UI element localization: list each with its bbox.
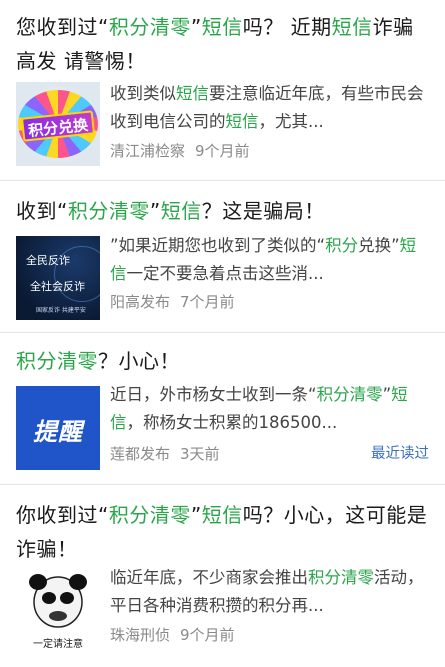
keyword-highlight: 积分清零 [16, 349, 98, 373]
thumbnail-text: 全民反诈 [26, 254, 70, 267]
keyword-highlight: 短信 [225, 112, 259, 131]
article-title[interactable]: 收到“积分清零”短信？这是骗局！ [16, 194, 429, 228]
text-segment: 收到类似 [110, 84, 176, 103]
keyword-highlight: 短信 [201, 503, 243, 527]
text-segment: 吗？ 近期 [242, 15, 332, 39]
text-segment: ”如果近期您也收到了类似的“ [110, 236, 326, 255]
keyword-highlight: 短信 [201, 15, 243, 39]
article-meta: 珠海刑侦 9个月前 [110, 624, 429, 646]
article-thumbnail[interactable]: 提醒 [16, 386, 100, 470]
text-segment: ” [190, 503, 202, 527]
article-card[interactable]: 收到“积分清零”短信？这是骗局！ 全民反诈 全社会反诈 国家反诈 共建平安 ”如… [0, 180, 445, 332]
article-thumbnail[interactable]: 积分兑换 [16, 82, 100, 166]
text-segment: ？小心！ [98, 349, 180, 373]
thumbnail-text: 全社会反诈 [30, 280, 85, 293]
article-card[interactable]: 积分清零？小心！ 提醒 近日，外市杨女士收到一条“积分清零”短信，称杨女士积累的… [0, 332, 445, 484]
article-meta: 阳高发布 7个月前 [110, 291, 429, 313]
article-card[interactable]: 你收到过“积分清零”短信吗？小心，这可能是诈骗！ 一定请注意 临近年底，不少商家… [0, 484, 445, 667]
article-meta: 清江浦检察 9个月前 [110, 140, 429, 162]
text-segment: 一定不要急着点击这些消... [126, 264, 324, 283]
article-time: 9个月前 [180, 626, 235, 644]
keyword-highlight: 短信 [331, 15, 373, 39]
thumbnail-caption: 一定请注意 [33, 639, 83, 650]
article-card[interactable]: 您收到过“积分清零”短信吗？ 近期短信诈骗高发 请警惕！ 积分兑换 收到类似短信… [0, 0, 445, 180]
text-segment: 收到“ [16, 199, 68, 223]
keyword-highlight: 短信 [160, 199, 202, 223]
article-snippet: ”如果近期您也收到了类似的“积分兑换”短信一定不要急着点击这些消... [110, 232, 429, 288]
article-thumbnail[interactable]: 一定请注意 [16, 570, 100, 654]
panda-face-icon [29, 574, 87, 628]
text-segment: 你收到过“ [16, 503, 109, 527]
text-segment: 您收到过“ [16, 15, 109, 39]
article-source[interactable]: 清江浦检察 [110, 142, 185, 160]
keyword-highlight: 积分清零 [108, 503, 191, 527]
keyword-highlight: 积分清零 [316, 385, 383, 404]
article-source[interactable]: 珠海刑侦 [110, 626, 170, 644]
article-title[interactable]: 您收到过“积分清零”短信吗？ 近期短信诈骗高发 请警惕！ [16, 10, 429, 78]
article-meta: 莲都发布 3天前 最近读过 [110, 443, 429, 465]
thumbnail-text: 国家反诈 共建平安 [36, 307, 86, 314]
article-snippet: 临近年底，不少商家会推出积分清零活动，平日各种消费积攒的积分再... [110, 564, 429, 620]
article-snippet: 近日，外市杨女士收到一条“积分清零”短信，称杨女士积累的186500... [110, 381, 429, 437]
article-time: 7个月前 [180, 293, 235, 311]
text-segment: ，尤其... [258, 112, 324, 131]
text-segment: ，称杨女士积累的186500... [126, 413, 338, 432]
keyword-highlight: 短信 [176, 84, 209, 103]
text-segment: 近日，外市杨女士收到一条“ [110, 385, 317, 404]
keyword-highlight: 积分清零 [67, 199, 150, 223]
text-segment: ？这是骗局！ [201, 199, 325, 223]
thumbnail-text: 提醒 [33, 418, 83, 446]
keyword-highlight: 积分清零 [108, 15, 191, 39]
article-time: 3天前 [180, 445, 220, 463]
article-snippet: 收到类似短信要注意临近年底，有些市民会收到电信公司的短信，尤其... [110, 80, 429, 136]
article-source[interactable]: 阳高发布 [110, 293, 170, 311]
article-title[interactable]: 你收到过“积分清零”短信吗？小心，这可能是诈骗！ [16, 498, 429, 566]
article-source[interactable]: 莲都发布 [110, 445, 170, 463]
keyword-highlight: 积分清零 [308, 568, 374, 587]
text-segment: 兑换 [358, 236, 392, 255]
recently-read-badge: 最近读过 [371, 446, 429, 462]
text-segment: 临近年底，不少商家会推出 [110, 568, 308, 587]
search-results-list: 您收到过“积分清零”短信吗？ 近期短信诈骗高发 请警惕！ 积分兑换 收到类似短信… [0, 0, 445, 667]
article-title[interactable]: 积分清零？小心！ [16, 344, 429, 378]
keyword-highlight: 积分 [325, 236, 359, 255]
article-time: 9个月前 [195, 142, 250, 160]
article-thumbnail[interactable]: 全民反诈 全社会反诈 国家反诈 共建平安 [16, 236, 100, 320]
text-segment: ” [391, 236, 400, 255]
text-segment: ” [149, 199, 161, 223]
text-segment: ” [190, 15, 202, 39]
text-segment: ” [382, 385, 392, 404]
